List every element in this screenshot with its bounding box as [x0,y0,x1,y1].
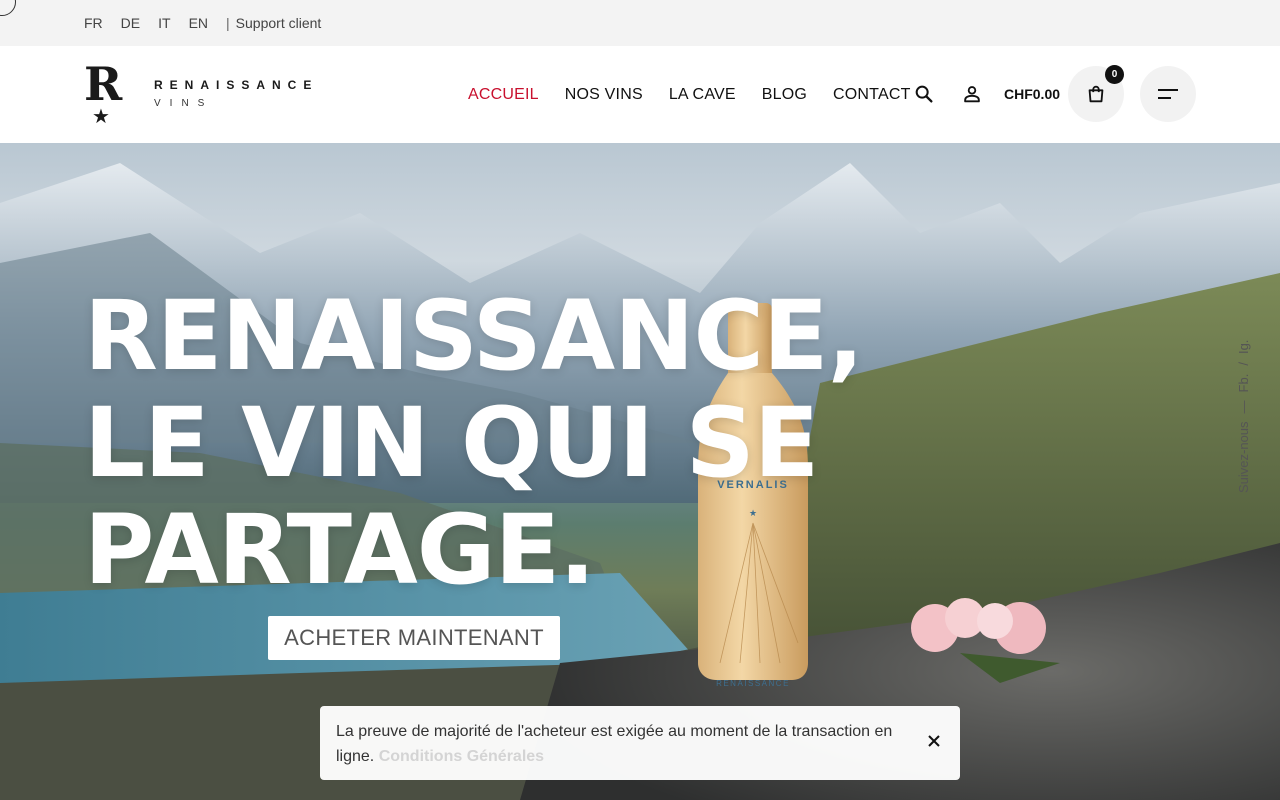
cart-count-badge: 0 [1105,65,1124,84]
nav-nos-vins[interactable]: NOS VINS [565,86,643,104]
hero-title-line: LE VIN QUI SE [84,387,819,499]
support-link[interactable]: Support client [236,15,322,31]
menu-button[interactable] [1140,66,1196,122]
hero-title: RENAISSANCE, LE VIN QUI SE PARTAGE. [84,280,864,606]
hero-title-line: PARTAGE. [84,494,596,606]
user-icon[interactable] [960,82,984,106]
buy-now-button[interactable]: ACHETER MAINTENANT [268,616,560,660]
top-bar: FR DE IT EN | Support client [0,0,1280,46]
site-header: R ★ RENAISSANCE VINS ACCUEIL NOS VINS LA… [0,46,1280,143]
social-separator: / [1236,362,1251,366]
instagram-link[interactable]: Ig. [1236,340,1251,354]
search-icon[interactable] [912,82,936,106]
main-nav: ACCUEIL NOS VINS LA CAVE BLOG CONTACT [468,46,937,143]
lang-en[interactable]: EN [189,15,208,31]
lang-de[interactable]: DE [121,15,140,31]
social-label: Suivez-nous [1236,421,1251,493]
bottle-brand: RENAISSANCE [716,679,790,688]
logo-letter: R [84,57,123,111]
logo-star-icon: ★ [92,106,110,128]
nav-la-cave[interactable]: LA CAVE [669,86,736,104]
logo-name: RENAISSANCE [154,78,319,92]
age-verification-notice: La preuve de majorité de l'acheteur est … [320,706,960,780]
cart-total[interactable]: CHF0.00 [1004,86,1060,102]
hero-section: VERNALIS ★ RENAISSANCE RENAISSANCE, LE V… [0,143,1280,800]
nav-blog[interactable]: BLOG [762,86,807,104]
social-links: Suivez-nous — Fb. / Ig. [1222,313,1251,493]
nav-contact[interactable]: CONTACT [833,86,911,104]
lang-separator: | [226,15,230,31]
hero-title-line: RENAISSANCE, [84,280,864,392]
menu-icon [1158,89,1178,99]
lang-it[interactable]: IT [158,15,170,31]
logo-subtitle: VINS [154,98,214,109]
social-dash: — [1236,400,1251,414]
corner-circle-icon[interactable] [0,0,16,16]
shopping-bag-icon [1088,85,1104,103]
language-switcher: FR DE IT EN | Support client [84,15,321,31]
close-icon[interactable] [926,732,942,748]
facebook-link[interactable]: Fb. [1236,374,1251,393]
terms-link[interactable]: Conditions Générales [379,748,544,765]
nav-accueil[interactable]: ACCUEIL [468,86,539,104]
site-logo[interactable]: R ★ RENAISSANCE VINS [84,60,354,128]
lang-fr[interactable]: FR [84,15,103,31]
